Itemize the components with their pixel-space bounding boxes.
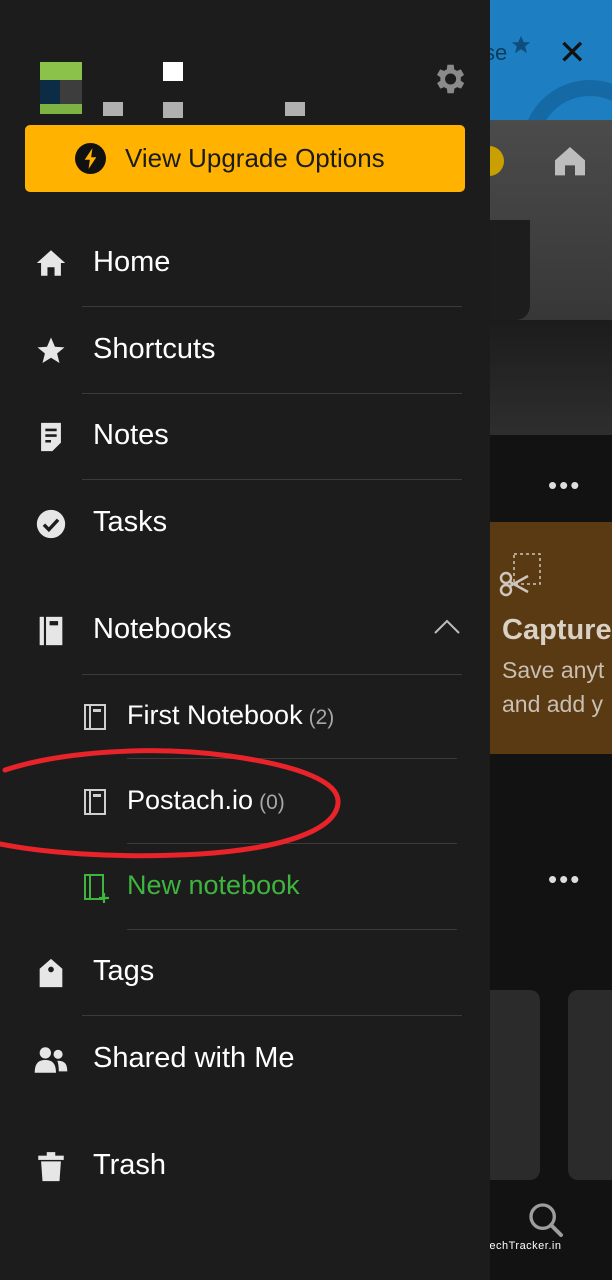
chevron-up-icon[interactable]: [433, 618, 461, 636]
nav-label-shared-with-me: Shared with Me: [93, 1042, 295, 1074]
header-photo: [470, 120, 612, 435]
nav-label-trash: Trash: [93, 1149, 167, 1181]
capture-text-line: Save anyt: [502, 657, 605, 683]
scissors-icon: [499, 553, 541, 597]
nav-label-home: Home: [93, 246, 171, 278]
capture-text-line: and add y: [502, 691, 604, 717]
more-options-icon[interactable]: •••: [548, 470, 581, 501]
nav-item-trash[interactable]: Trash: [0, 1124, 490, 1210]
nav-item-tasks[interactable]: Tasks: [0, 481, 490, 567]
view-upgrade-options-button[interactable]: View Upgrade Options: [25, 125, 465, 192]
lightning-bolt-icon: [75, 143, 106, 174]
notebook-count: (0): [259, 791, 285, 814]
notebook-label: First Notebook (2): [127, 700, 335, 730]
nav-item-tags[interactable]: Tags: [0, 930, 490, 1016]
nav-item-home[interactable]: Home: [0, 221, 490, 307]
new-notebook-label: New notebook: [127, 870, 300, 900]
nav-item-notebooks[interactable]: Notebooks: [0, 588, 490, 674]
notebook-label: Postach.io (0): [127, 785, 285, 815]
trash-icon: [38, 1152, 64, 1182]
star-icon: [37, 337, 65, 364]
notebook-count: (2): [308, 706, 335, 729]
nav-label-tags: Tags: [93, 955, 155, 987]
capture-title: Capture: [502, 614, 612, 646]
navigation-drawer: View Upgrade Options Home Shortcuts Note…: [0, 0, 490, 1280]
nav-label-notes: Notes: [93, 419, 169, 451]
home-edit-icon[interactable]: [550, 142, 590, 182]
nav-label-shortcuts: Shortcuts: [93, 333, 216, 365]
more-options-icon[interactable]: •••: [548, 864, 581, 895]
check-circle-icon: [36, 509, 66, 539]
people-icon: [34, 1047, 68, 1073]
notebook-outline-icon: [84, 789, 106, 815]
upgrade-label: View Upgrade Options: [125, 143, 385, 173]
notes-icon: [41, 422, 61, 452]
tag-icon: [39, 958, 63, 988]
search-icon[interactable]: [526, 1200, 566, 1240]
notebook-outline-icon: [84, 704, 106, 730]
notebook-item-first-notebook[interactable]: First Notebook (2): [0, 675, 490, 761]
watermark-text: TechTracker.in: [483, 1240, 562, 1252]
settings-gear-icon[interactable]: [430, 60, 468, 98]
nav-label-notebooks: Notebooks: [93, 613, 232, 645]
notebook-item-postach-io[interactable]: Postach.io (0): [0, 760, 490, 846]
note-cards: [470, 990, 612, 1180]
nav-label-tasks: Tasks: [93, 506, 168, 538]
nav-item-notes[interactable]: Notes: [0, 394, 490, 480]
new-notebook-icon: [84, 874, 109, 903]
account-avatar[interactable]: [40, 62, 82, 114]
note-card[interactable]: [568, 990, 612, 1180]
nav-item-shared-with-me[interactable]: Shared with Me: [0, 1017, 490, 1103]
nav-item-shortcuts[interactable]: Shortcuts: [0, 308, 490, 394]
home-icon: [36, 250, 66, 276]
new-notebook-button[interactable]: New notebook: [0, 845, 490, 931]
star-icon: [511, 35, 531, 54]
close-icon[interactable]: ✕: [558, 36, 587, 70]
notebook-icon: [39, 616, 63, 646]
